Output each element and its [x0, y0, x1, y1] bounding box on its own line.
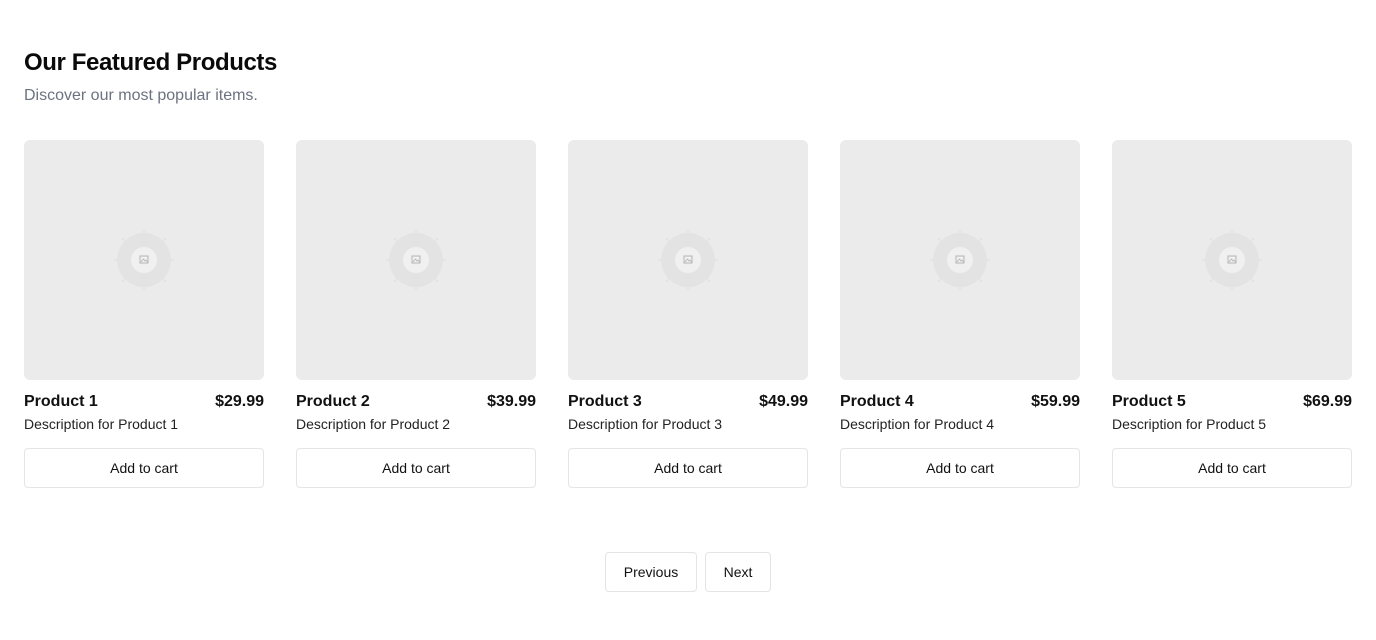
image-placeholder-icon	[658, 230, 718, 290]
product-name: Product 3	[568, 393, 642, 410]
product-meta: Product 1 $29.99	[24, 393, 264, 413]
product-description: Description for Product 5	[1112, 416, 1267, 432]
product-description: Description for Product 1	[24, 416, 179, 432]
product-description: Description for Product 2	[296, 416, 451, 432]
add-to-cart-button[interactable]: Add to cart	[24, 448, 264, 488]
image-placeholder-icon	[930, 230, 990, 290]
product-grid: Product 1 $29.99 Description for Product…	[24, 140, 1352, 488]
product-image	[840, 140, 1080, 380]
product-name: Product 1	[24, 393, 98, 410]
product-price: $29.99	[215, 393, 264, 410]
product-meta: Product 2 $39.99	[296, 393, 536, 413]
product-card: Product 4 $59.99 Description for Product…	[840, 140, 1080, 488]
product-name: Product 5	[1112, 393, 1186, 410]
product-meta: Product 3 $49.99	[568, 393, 808, 413]
product-card: Product 2 $39.99 Description for Product…	[296, 140, 536, 488]
image-placeholder-icon	[386, 230, 446, 290]
product-meta: Product 5 $69.99	[1112, 393, 1352, 413]
product-price: $59.99	[1031, 393, 1080, 410]
product-price: $39.99	[487, 393, 536, 410]
product-price: $69.99	[1303, 393, 1352, 410]
page-subtitle: Discover our most popular items.	[24, 87, 258, 104]
page: Our Featured Products Discover our most …	[0, 0, 1376, 640]
add-to-cart-button[interactable]: Add to cart	[568, 448, 808, 488]
product-description: Description for Product 4	[840, 416, 995, 432]
product-image	[1112, 140, 1352, 380]
add-to-cart-button[interactable]: Add to cart	[840, 448, 1080, 488]
product-name: Product 2	[296, 393, 370, 410]
add-to-cart-button[interactable]: Add to cart	[1112, 448, 1352, 488]
product-name: Product 4	[840, 393, 914, 410]
next-button[interactable]: Next	[705, 552, 771, 592]
image-placeholder-icon	[114, 230, 174, 290]
pagination: Previous Next	[0, 552, 1376, 592]
product-description: Description for Product 3	[568, 416, 723, 432]
product-meta: Product 4 $59.99	[840, 393, 1080, 413]
product-card: Product 3 $49.99 Description for Product…	[568, 140, 808, 488]
product-image	[568, 140, 808, 380]
product-card: Product 5 $69.99 Description for Product…	[1112, 140, 1352, 488]
product-card: Product 1 $29.99 Description for Product…	[24, 140, 264, 488]
page-title: Our Featured Products	[24, 49, 277, 76]
product-image	[24, 140, 264, 380]
product-price: $49.99	[759, 393, 808, 410]
image-placeholder-icon	[1202, 230, 1262, 290]
product-image	[296, 140, 536, 380]
add-to-cart-button[interactable]: Add to cart	[296, 448, 536, 488]
previous-button[interactable]: Previous	[605, 552, 697, 592]
